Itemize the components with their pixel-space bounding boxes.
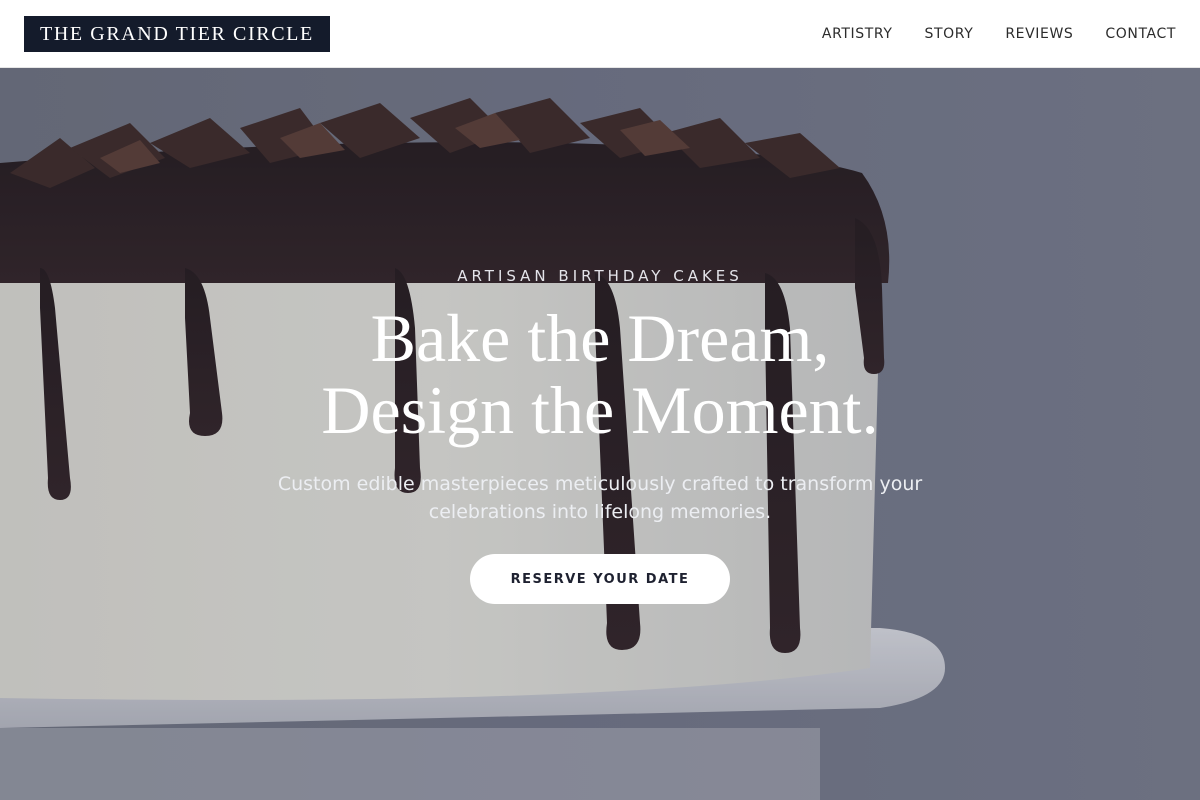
main-nav: ARTISTRY STORY REVIEWS CONTACT (822, 0, 1176, 68)
reserve-date-button[interactable]: RESERVE YOUR DATE (470, 554, 730, 604)
hero-eyebrow: ARTISAN BIRTHDAY CAKES (457, 267, 743, 285)
brand-logo[interactable]: THE GRAND TIER CIRCLE (24, 16, 330, 52)
hero-headline-line-2: Design the Moment. (321, 372, 879, 448)
hero-subtext: Custom edible masterpieces meticulously … (277, 473, 923, 523)
hero-headline: Bake the Dream, Design the Moment. (0, 302, 1200, 446)
nav-item-artistry[interactable]: ARTISTRY (822, 26, 893, 42)
landing-page: THE GRAND TIER CIRCLE ARTISTRY STORY REV… (0, 0, 1200, 800)
site-header: THE GRAND TIER CIRCLE ARTISTRY STORY REV… (0, 0, 1200, 68)
nav-item-contact[interactable]: CONTACT (1105, 26, 1176, 42)
nav-item-reviews[interactable]: REVIEWS (1005, 26, 1073, 42)
nav-item-story[interactable]: STORY (925, 26, 974, 42)
hero-content: ARTISAN BIRTHDAY CAKES Bake the Dream, D… (0, 68, 1200, 800)
hero-headline-line-1: Bake the Dream, (370, 300, 830, 376)
hero-section: ARTISAN BIRTHDAY CAKES Bake the Dream, D… (0, 68, 1200, 800)
